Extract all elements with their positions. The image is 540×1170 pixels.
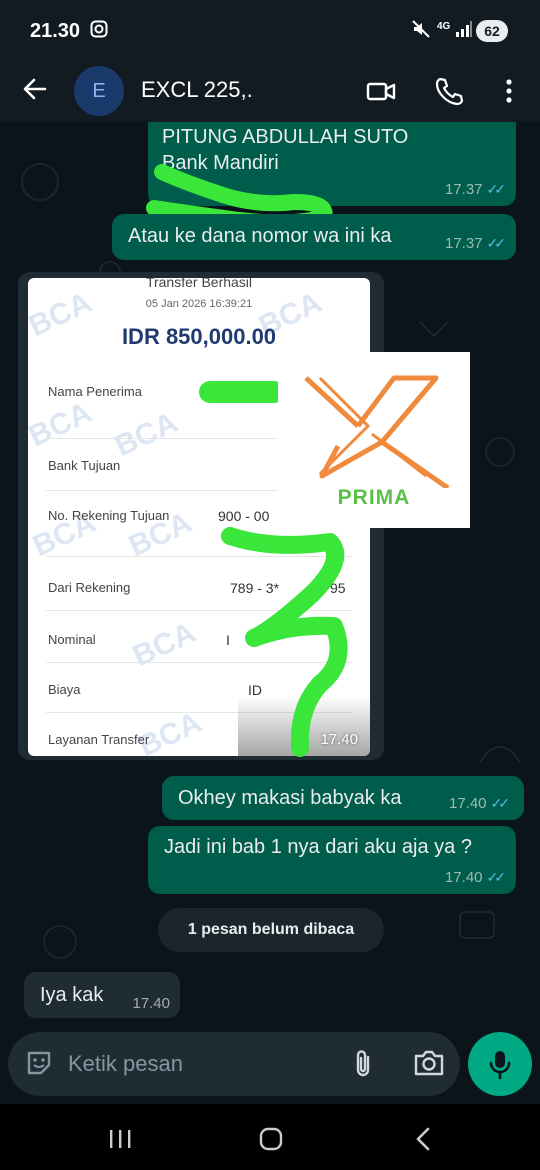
- more-vert-icon[interactable]: [492, 74, 526, 108]
- receipt-row-label: Nominal: [48, 632, 96, 647]
- message-bubble-outgoing[interactable]: Okhey makasi babyak ka 17.40 ✓✓: [162, 776, 524, 820]
- logo-wordmark: PRIMA: [337, 486, 411, 509]
- message-composer[interactable]: Ketik pesan: [8, 1032, 460, 1096]
- receipt-heading: Transfer Berhasil: [145, 278, 253, 290]
- camera-icon[interactable]: [412, 1048, 446, 1083]
- phone-icon[interactable]: [432, 74, 466, 108]
- message-time: 17.40: [448, 795, 487, 812]
- message-time: 17.40: [444, 869, 483, 886]
- receipt-watermark: BCA: [133, 705, 207, 756]
- receipt-row-label: Layanan Transfer: [48, 732, 150, 747]
- message-input[interactable]: Ketik pesan: [68, 1051, 183, 1077]
- network-type: 4G: [437, 21, 451, 32]
- avatar[interactable]: E: [74, 66, 124, 116]
- instagram-notification-icon: [90, 20, 108, 43]
- message-time: 17.40: [132, 995, 170, 1012]
- clock: 21.30: [30, 20, 81, 42]
- message-bubble-outgoing[interactable]: Jadi ini bab 1 nya dari aku aja ya ? 17.…: [148, 826, 516, 894]
- message-line: PITUNG ABDULLAH SUTO: [162, 126, 409, 148]
- double-check-read-icon: ✓✓: [486, 235, 507, 251]
- microphone-button[interactable]: [468, 1032, 532, 1096]
- microphone-icon: [486, 1048, 514, 1085]
- receipt-row-label: Nama Penerima: [48, 384, 142, 399]
- receipt-datetime: 05 Jan 2026 16:39:21: [145, 298, 253, 310]
- receipt-watermark: BCA: [127, 615, 201, 674]
- redaction-scribble: [221, 527, 348, 757]
- receipt-row-label: No. Rekening Tujuan: [48, 508, 170, 523]
- home-icon[interactable]: [258, 1126, 284, 1157]
- recent-apps-icon[interactable]: [108, 1128, 132, 1155]
- message-meta: 17.40 ✓✓: [448, 795, 511, 812]
- message-text: Iya kak: [40, 984, 104, 1006]
- receipt-watermark: BCA: [28, 395, 97, 454]
- battery-level: 62: [476, 20, 508, 42]
- arrow-left-icon[interactable]: [20, 74, 50, 104]
- video-camera-icon[interactable]: [364, 74, 398, 108]
- chat-header: E EXCL 225,.: [0, 60, 540, 122]
- message-time: 17.37: [444, 181, 483, 198]
- double-check-read-icon: ✓✓: [490, 795, 511, 811]
- signal-icon: [455, 20, 473, 43]
- status-bar: 21.30 4G 62: [0, 0, 540, 60]
- message-meta: 17.37 ✓✓: [444, 235, 507, 252]
- double-check-read-icon: ✓✓: [486, 181, 507, 197]
- message-time: 17.37: [444, 235, 483, 252]
- receipt-row-label: Bank Tujuan: [48, 458, 121, 473]
- double-check-read-icon: ✓✓: [486, 869, 507, 885]
- back-nav-icon[interactable]: [412, 1126, 434, 1157]
- receipt-watermark: BCA: [109, 405, 183, 464]
- sticker-icon[interactable]: [24, 1048, 54, 1083]
- message-text: Jadi ini bab 1 nya dari aku aja ya ?: [164, 836, 472, 858]
- receipt-amount: IDR 850,000.00: [121, 324, 277, 349]
- receipt-row-label: Dari Rekening: [48, 580, 131, 595]
- message-bubble-incoming[interactable]: Iya kak 17.40: [24, 972, 180, 1018]
- system-navigation-bar: [0, 1104, 540, 1170]
- message-meta: 17.37 ✓✓: [444, 181, 507, 198]
- message-text: Atau ke dana nomor wa ini ka: [128, 225, 392, 247]
- message-bubble-outgoing[interactable]: Atau ke dana nomor wa ini ka 17.37 ✓✓: [112, 214, 516, 260]
- mute-icon: [412, 20, 430, 43]
- x-logo-mark: [304, 375, 450, 488]
- unread-messages-banner: 1 pesan belum dibaca: [158, 908, 384, 952]
- paperclip-icon[interactable]: [348, 1048, 378, 1085]
- contact-name[interactable]: EXCL 225,.: [141, 77, 253, 103]
- message-meta: 17.40 ✓✓: [444, 869, 507, 886]
- xprima-logo-overlay: PRIMA: [278, 352, 470, 528]
- receipt-row-label: Biaya: [48, 682, 81, 697]
- message-text: Okhey makasi babyak ka: [178, 787, 402, 809]
